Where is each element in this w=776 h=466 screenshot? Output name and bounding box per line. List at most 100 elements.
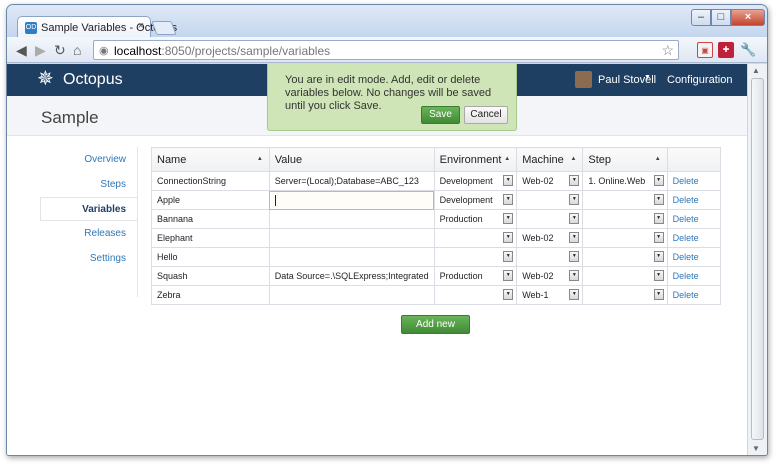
environment-select[interactable]: ▼ [433,247,518,267]
machine-select[interactable]: Web-02 ▼ [516,266,584,286]
delete-link[interactable]: Delete [673,233,699,243]
home-icon[interactable]: ⌂ [73,42,81,58]
value-cell[interactable]: Data Source=.\SQLExpress;Integrated [268,266,435,286]
vertical-scrollbar[interactable]: ▲ ▼ [747,64,767,455]
delete-link[interactable]: Delete [673,214,699,224]
sidebar-item-variables[interactable]: Variables [40,197,138,221]
window-close-button[interactable]: × [731,9,765,26]
dropdown-arrow-icon[interactable]: ▼ [569,175,580,186]
dropdown-arrow-icon[interactable]: ▼ [503,194,514,205]
dropdown-arrow-icon[interactable]: ▼ [653,289,664,300]
address-bar[interactable]: ◉ localhost:8050/projects/sample/variabl… [93,40,679,60]
environment-select[interactable]: Development ▼ [433,171,518,191]
window-minimize-button[interactable]: – [691,9,711,26]
delete-link[interactable]: Delete [673,290,699,300]
app-logo-text[interactable]: Octopus [63,71,123,89]
actions-cell: Delete [666,285,722,305]
delete-link[interactable]: Delete [673,195,699,205]
save-button[interactable]: Save [421,106,460,124]
step-select[interactable]: ▼ [582,247,668,267]
user-avatar[interactable] [575,71,592,88]
sidebar-item-releases[interactable]: Releases [41,222,138,246]
name-cell[interactable]: Elephant [151,228,270,248]
name-cell[interactable]: Squash [151,266,270,286]
value-cell[interactable] [268,228,435,248]
sidebar-item-overview[interactable]: Overview [41,148,138,172]
step-select[interactable]: ▼ [582,228,668,248]
name-cell[interactable]: Apple [151,190,270,210]
dropdown-arrow-icon[interactable]: ▼ [503,213,514,224]
dropdown-arrow-icon[interactable]: ▼ [569,213,580,224]
dropdown-arrow-icon[interactable]: ▼ [569,251,580,262]
reload-icon[interactable]: ↻ [54,42,66,58]
scrollbar-thumb[interactable] [751,78,764,440]
table-row: Squash Data Source=.\SQLExpress;Integrat… [151,266,722,286]
value-cell[interactable] [268,209,435,229]
column-header-environment[interactable]: Environment ▲ [433,147,518,172]
column-header-step[interactable]: Step ▲ [582,147,668,172]
name-cell[interactable]: Zebra [151,285,270,305]
machine-select[interactable]: ▼ [516,209,584,229]
step-select[interactable]: ▼ [582,285,668,305]
environment-select[interactable]: ▼ [433,285,518,305]
extension-icon[interactable]: ✚ [718,42,734,58]
step-select[interactable]: ▼ [582,209,668,229]
scroll-down-arrow-icon[interactable]: ▼ [752,444,760,453]
bookmark-star-icon[interactable]: ☆ [661,42,674,59]
delete-link[interactable]: Delete [673,271,699,281]
dropdown-arrow-icon[interactable]: ▼ [653,175,664,186]
value-cell[interactable] [268,285,435,305]
delete-link[interactable]: Delete [673,252,699,262]
wrench-menu-icon[interactable]: 🔧 [740,42,756,58]
dropdown-arrow-icon[interactable]: ▼ [653,232,664,243]
delete-link[interactable]: Delete [673,176,699,186]
dropdown-arrow-icon[interactable]: ▼ [569,270,580,281]
environment-select[interactable]: ▼ [433,228,518,248]
dropdown-arrow-icon[interactable]: ▼ [653,213,664,224]
browser-tab[interactable]: OD Sample Variables - Octopus × [17,16,177,38]
dropdown-arrow-icon[interactable]: ▼ [569,194,580,205]
add-new-button[interactable]: Add new [401,315,470,334]
name-cell[interactable]: ConnectionString [151,171,270,191]
step-select[interactable]: ▼ [582,266,668,286]
tab-close-icon[interactable]: × [138,20,144,32]
name-cell[interactable]: Bannana [151,209,270,229]
name-cell[interactable]: Hello [151,247,270,267]
dropdown-arrow-icon[interactable]: ▼ [653,251,664,262]
dropdown-arrow-icon[interactable]: ▼ [503,232,514,243]
step-select[interactable]: ▼ [582,190,668,210]
column-header-name[interactable]: Name ▲ [151,147,270,172]
dropdown-arrow-icon[interactable]: ▼ [653,194,664,205]
machine-select[interactable]: Web-1 ▼ [516,285,584,305]
value-cell[interactable] [268,247,435,267]
dropdown-arrow-icon[interactable]: ▼ [503,175,514,186]
cancel-button[interactable]: Cancel [464,106,508,124]
dropdown-arrow-icon[interactable]: ▼ [653,270,664,281]
dropdown-arrow-icon[interactable]: ▼ [569,232,580,243]
sidebar-item-settings[interactable]: Settings [41,247,138,271]
machine-select[interactable]: ▼ [516,247,584,267]
dropdown-arrow-icon[interactable]: ▼ [503,251,514,262]
environment-select[interactable]: Production ▼ [433,209,518,229]
dropdown-arrow-icon[interactable]: ▼ [503,270,514,281]
step-select[interactable]: 1. Online.Web ▼ [582,171,668,191]
dropdown-arrow-icon[interactable]: ▼ [503,289,514,300]
configuration-link[interactable]: Configuration [667,74,732,86]
extension-icon[interactable]: ▣ [697,42,713,58]
window-maximize-button[interactable]: □ [711,9,731,26]
back-arrow-icon[interactable]: ◀ [16,42,27,58]
dropdown-arrow-icon[interactable]: ▼ [569,289,580,300]
value-input-focused[interactable] [268,190,435,210]
environment-select[interactable]: Development ▼ [433,190,518,210]
forward-arrow-icon[interactable]: ▶ [35,42,46,58]
machine-select[interactable]: Web-02 ▼ [516,228,584,248]
octopus-logo-icon[interactable]: ✵ [37,69,54,89]
environment-select[interactable]: Production ▼ [433,266,518,286]
sidebar-item-steps[interactable]: Steps [41,173,138,197]
machine-select[interactable]: ▼ [516,190,584,210]
chevron-down-icon[interactable]: ▼ [644,74,651,81]
value-cell[interactable]: Server=(Local);Database=ABC_123 [268,171,435,191]
scroll-up-arrow-icon[interactable]: ▲ [752,66,760,75]
column-header-machine[interactable]: Machine ▲ [516,147,584,172]
machine-select[interactable]: Web-02 ▼ [516,171,584,191]
